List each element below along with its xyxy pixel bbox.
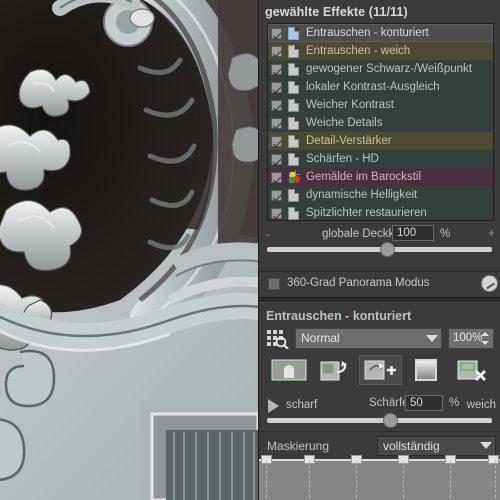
list-item[interactable]: Weiche Details — [268, 114, 493, 132]
application-window: gewählte Effekte (11/11) Entrauschen - k… — [0, 0, 500, 500]
increase-opacity-button[interactable]: + — [488, 226, 495, 240]
sharpness-unit: % — [449, 397, 460, 409]
layer-icon — [288, 116, 299, 130]
panorama-label: 360-Grad Panorama Modus — [287, 277, 430, 289]
mask-guide-line — [356, 461, 357, 500]
effect-checkbox[interactable] — [271, 63, 282, 75]
list-item[interactable]: Schärfen - HD — [268, 150, 493, 168]
mask-guide-line — [309, 461, 310, 500]
masking-row: Maskierung vollständig — [259, 431, 500, 459]
baroque-ornament-photo — [0, 0, 258, 500]
list-item[interactable]: lokaler Kontrast-Ausgleich — [268, 78, 493, 96]
effect-checkbox[interactable] — [271, 81, 282, 93]
list-item[interactable]: Entrauschen - konturiert — [268, 24, 493, 42]
effect-label: Entrauschen - konturiert — [306, 27, 429, 39]
mask-guide-line — [266, 461, 267, 500]
effect-checkbox[interactable] — [271, 99, 282, 111]
layer-icon — [288, 80, 299, 94]
list-item[interactable]: Gemälde im Barockstil — [268, 168, 493, 186]
apply-to-whole-image-button[interactable] — [267, 355, 311, 385]
delete-mask-button[interactable] — [450, 355, 494, 385]
sharpness-label: Schärfe — [369, 397, 409, 409]
spinner-down-icon[interactable] — [481, 341, 489, 345]
effect-label: Detail-Verstärker — [306, 135, 392, 147]
blend-mode-row: Normal 100% — [259, 328, 500, 350]
list-item[interactable]: Weicher Kontrast — [268, 96, 493, 114]
effects-panel: gewählte Effekte (11/11) Entrauschen - k… — [258, 0, 500, 500]
effect-label: Weiche Details — [306, 117, 383, 129]
sharpness-min-label: scharf — [286, 399, 318, 411]
spinner-up-icon[interactable] — [481, 332, 489, 336]
effect-label: dynamische Helligkeit — [306, 189, 418, 201]
masking-value: vollständig — [383, 439, 440, 453]
panel-title: gewählte Effekte (11/11) — [265, 5, 408, 19]
global-opacity-input[interactable]: 100 — [392, 225, 434, 241]
list-item[interactable]: Spitzlichter restaurieren — [268, 204, 493, 220]
sharpness-input[interactable]: 50 — [405, 395, 443, 411]
mask-tool-bar — [259, 349, 500, 389]
mask-guide-line — [495, 461, 496, 500]
percent-sign: % — [440, 228, 451, 240]
gradient-mask-button[interactable] — [404, 355, 449, 385]
list-item[interactable]: gewogener Schwarz-/Weißpunkt — [268, 60, 493, 78]
effect-checkbox[interactable] — [271, 117, 282, 129]
effect-label: Spitzlichter restaurieren — [306, 207, 427, 219]
play-triangle-icon[interactable] — [268, 399, 279, 413]
blend-mode-value: Normal — [301, 331, 340, 345]
panorama-mode-row[interactable]: 360-Grad Panorama Modus — [259, 271, 500, 297]
chevron-down-icon — [426, 335, 438, 342]
chevron-down-icon — [480, 442, 492, 449]
global-opacity-slider-handle[interactable] — [380, 242, 395, 257]
masking-select[interactable]: vollständig — [377, 436, 496, 456]
layer-icon — [288, 188, 299, 202]
effect-checkbox[interactable] — [271, 135, 282, 147]
list-item[interactable]: Entrauschen - weich — [268, 42, 493, 60]
decrease-opacity-button[interactable]: - — [266, 229, 270, 241]
effect-detail-title: Entrauschen - konturiert — [266, 309, 412, 323]
effect-label: Schärfen - HD — [306, 153, 379, 165]
layer-icon — [288, 44, 299, 58]
effect-opacity-value: 100% — [453, 332, 483, 344]
palette-icon — [288, 169, 300, 184]
blend-mode-select[interactable]: Normal — [295, 328, 442, 349]
layer-icon — [288, 134, 299, 148]
list-item[interactable]: dynamische Helligkeit — [268, 186, 493, 204]
effect-label: lokaler Kontrast-Ausgleich — [306, 81, 440, 93]
panorama-checkbox[interactable] — [268, 278, 280, 290]
effect-checkbox[interactable] — [271, 189, 282, 201]
sharpness-control: scharf Schärfe 50 % weich — [259, 389, 500, 431]
sharpness-max-label: weich — [466, 399, 496, 411]
layer-icon — [288, 62, 299, 76]
mask-transfer-button[interactable] — [312, 355, 357, 385]
effect-label: gewogener Schwarz-/Weißpunkt — [306, 63, 472, 75]
effect-label: Gemälde im Barockstil — [306, 171, 422, 183]
mask-guide-line — [450, 461, 451, 500]
mask-handle[interactable] — [488, 455, 499, 464]
global-opacity-control: - globale Deckkraft 100 % + — [259, 225, 500, 271]
add-mask-button[interactable] — [358, 355, 403, 385]
rotation-dial[interactable] — [481, 275, 498, 292]
image-preview[interactable] — [0, 0, 258, 500]
effect-checkbox[interactable] — [271, 45, 282, 57]
layer-icon — [288, 206, 299, 220]
effect-checkbox[interactable] — [271, 153, 282, 165]
layer-icon-blue — [288, 26, 299, 40]
mask-guide-line — [403, 461, 404, 500]
masking-label: Maskierung — [267, 439, 330, 453]
effect-label: Entrauschen - weich — [306, 45, 411, 57]
effect-checkbox[interactable] — [271, 207, 282, 219]
layer-icon — [288, 152, 299, 166]
effects-list[interactable]: Entrauschen - konturiert Entrauschen - w… — [267, 23, 494, 221]
effect-checkbox[interactable] — [271, 27, 282, 39]
effect-label: Weicher Kontrast — [306, 99, 394, 111]
sharpness-slider-handle[interactable] — [383, 413, 398, 428]
mask-grid-icon[interactable] — [267, 329, 289, 350]
layer-icon — [288, 98, 299, 112]
sharpness-slider-track[interactable] — [267, 418, 492, 423]
effect-checkbox[interactable] — [271, 171, 282, 183]
mask-gradient-editor[interactable] — [259, 455, 500, 500]
list-item[interactable]: Detail-Verstärker — [268, 132, 493, 150]
effect-opacity-spinner[interactable]: 100% — [448, 328, 494, 349]
